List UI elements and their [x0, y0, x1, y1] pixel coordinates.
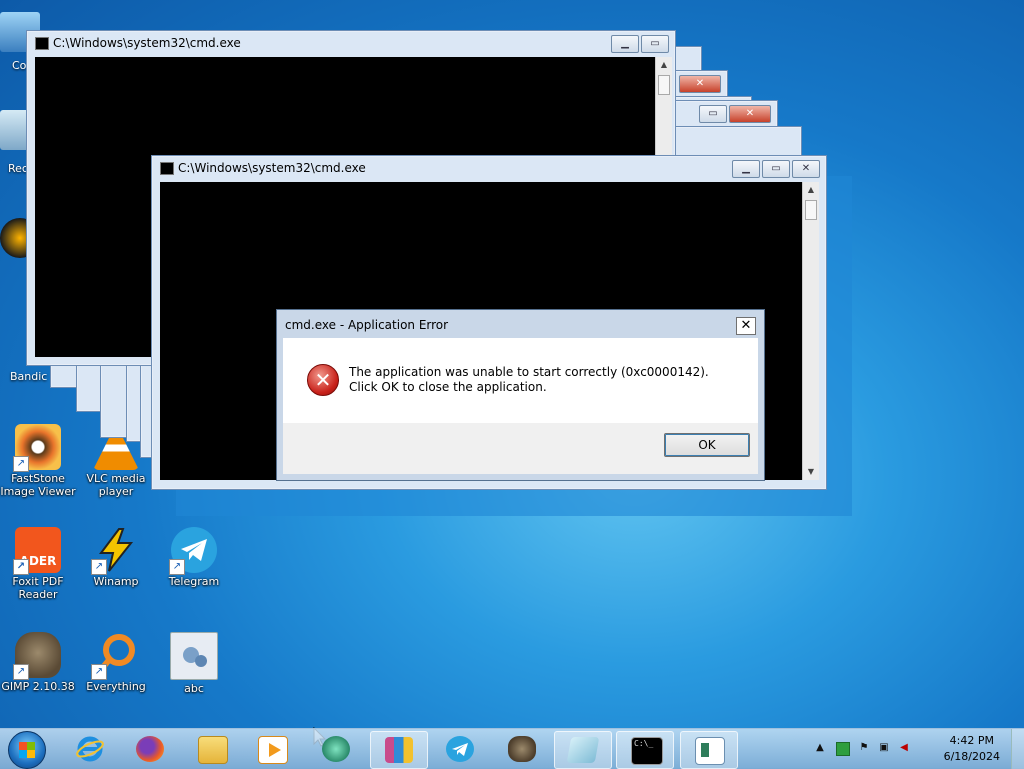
clock[interactable]: 4:42 PM 6/18/2024 — [944, 733, 1000, 765]
green-tray-icon[interactable] — [836, 742, 850, 756]
desktop-icon-label: VLC media player — [86, 472, 146, 498]
faststone-image-viewer-icon: ↗ — [13, 424, 61, 472]
scroll-up-icon[interactable]: ▲ — [656, 57, 672, 73]
minimize-icon[interactable]: ▁ — [611, 35, 639, 53]
desktop-icon-abc[interactable]: abc — [156, 632, 232, 695]
desktop-icon-faststone[interactable]: ↗ FastStone Image Viewer — [0, 424, 76, 498]
taskbar-winrar[interactable] — [370, 731, 428, 769]
window-icon — [695, 737, 725, 765]
scroll-thumb[interactable] — [805, 200, 817, 220]
maximize-icon[interactable]: ▭ — [762, 160, 790, 178]
scroll-thumb[interactable] — [658, 75, 670, 95]
taskbar-notepad[interactable] — [554, 731, 612, 769]
cmd-icon: C:\_ — [631, 737, 663, 765]
maximize-icon[interactable]: ▭ — [641, 35, 669, 53]
dialog-title: cmd.exe - Application Error — [285, 318, 449, 332]
desktop-icon-foxit[interactable]: ADER ↗ Foxit PDF Reader — [0, 527, 76, 601]
desktop-icon-label: Everything — [86, 680, 146, 693]
dialog-body: ✕ The application was unable to start co… — [283, 338, 758, 423]
telegram-icon — [446, 736, 474, 762]
taskbar-cmd[interactable]: C:\_ — [616, 731, 674, 769]
taskbar: C:\_ ▲ ⚑ ▣ ◀ 4:42 PM 6/18/2024 — [0, 728, 1024, 769]
firefox-icon — [136, 736, 164, 762]
desktop-icon-label: Foxit PDF Reader — [12, 575, 64, 601]
gimp-icon: ↗ — [13, 632, 61, 680]
shortcut-arrow-icon: ↗ — [169, 559, 185, 575]
desktop-icon-gimp[interactable]: ↗ GIMP 2.10.38 — [0, 632, 76, 693]
ok-button[interactable]: OK — [664, 433, 750, 457]
desktop-icon-label: abc — [184, 682, 204, 695]
shortcut-arrow-icon: ↗ — [91, 664, 107, 680]
cmd-icon — [160, 162, 174, 175]
green-app-icon — [322, 736, 350, 762]
taskbar-media-player[interactable] — [244, 731, 300, 767]
clock-date: 6/18/2024 — [943, 750, 1000, 763]
desktop-label: Rec — [8, 162, 28, 175]
folder-icon — [198, 736, 228, 764]
media-player-icon — [258, 736, 288, 764]
network-icon[interactable]: ▣ — [878, 742, 890, 754]
gimp-icon — [508, 736, 536, 762]
desktop-icon-telegram[interactable]: ↗ Telegram — [156, 527, 232, 588]
desktop-icon-winamp[interactable]: ↗ Winamp — [78, 527, 154, 588]
action-center-flag-icon[interactable]: ⚑ — [858, 742, 870, 754]
maximize-icon[interactable]: ▭ — [699, 105, 727, 123]
notepad-icon — [566, 737, 600, 763]
cmd-icon — [35, 37, 49, 50]
window-title: C:\Windows\system32\cmd.exe — [53, 36, 241, 50]
dialog-close-button[interactable]: ✕ — [736, 317, 756, 335]
desktop-icon-label: GIMP 2.10.38 — [1, 680, 75, 693]
dialog-titlebar[interactable]: cmd.exe - Application Error ✕ — [277, 310, 764, 338]
foxit-pdf-reader-icon: ADER ↗ — [13, 527, 61, 575]
clock-time: 4:42 PM — [949, 734, 994, 747]
show-desktop-button[interactable] — [1011, 729, 1024, 769]
desktop-icon-label: Winamp — [93, 575, 139, 588]
window-titlebar[interactable]: C:\Windows\system32\cmd.exe ▁ ▭ — [27, 31, 675, 55]
scroll-down-icon[interactable]: ▼ — [803, 464, 819, 480]
window-titlebar[interactable]: C:\Windows\system32\cmd.exe ▁ ▭ ✕ — [152, 156, 826, 180]
scroll-up-icon[interactable]: ▲ — [803, 182, 819, 198]
taskbar-gimp[interactable] — [494, 731, 550, 767]
close-icon[interactable]: ✕ — [679, 75, 721, 93]
shortcut-arrow-icon: ↗ — [13, 559, 29, 575]
taskbar-telegram[interactable] — [432, 731, 488, 767]
error-message: The application was unable to start corr… — [349, 365, 709, 394]
close-icon[interactable]: ✕ — [729, 105, 771, 123]
desktop-label: Bandic — [10, 370, 48, 383]
everything-search-icon: ↗ — [91, 632, 139, 680]
taskbar-internet-explorer[interactable] — [62, 731, 118, 767]
winrar-icon — [385, 737, 413, 763]
application-error-dialog[interactable]: cmd.exe - Application Error ✕ ✕ The appl… — [276, 309, 765, 481]
telegram-icon: ↗ — [169, 527, 217, 575]
start-button[interactable] — [8, 731, 46, 769]
close-icon[interactable]: ✕ — [792, 160, 820, 178]
taskbar-firefox[interactable] — [122, 731, 178, 767]
vertical-scrollbar[interactable]: ▲ ▼ — [802, 182, 819, 480]
desktop-icon-label: FastStone Image Viewer — [0, 472, 76, 498]
window-title: C:\Windows\system32\cmd.exe — [178, 161, 366, 175]
taskbar-dialog[interactable] — [680, 731, 738, 769]
shortcut-arrow-icon: ↗ — [13, 664, 29, 680]
error-icon: ✕ — [307, 364, 339, 396]
desktop-label: Co — [12, 59, 27, 72]
taskbar-file-explorer[interactable] — [184, 731, 240, 767]
taskbar-app-green[interactable] — [308, 731, 364, 767]
system-tray: ▲ ⚑ ▣ ◀ 4:42 PM 6/18/2024 — [812, 729, 1024, 769]
internet-explorer-icon — [76, 736, 104, 762]
desktop-icon-label: Telegram — [168, 575, 220, 588]
desktop-icon-everything[interactable]: ↗ Everything — [78, 632, 154, 693]
shortcut-arrow-icon: ↗ — [13, 456, 29, 472]
volume-muted-icon[interactable]: ◀ — [898, 742, 910, 754]
shortcut-arrow-icon: ↗ — [91, 559, 107, 575]
minimize-icon[interactable]: ▁ — [732, 160, 760, 178]
winamp-icon: ↗ — [91, 527, 139, 575]
abc-file-icon — [170, 632, 218, 680]
show-hidden-icons-button[interactable]: ▲ — [814, 742, 826, 754]
dialog-footer: OK — [283, 423, 758, 474]
